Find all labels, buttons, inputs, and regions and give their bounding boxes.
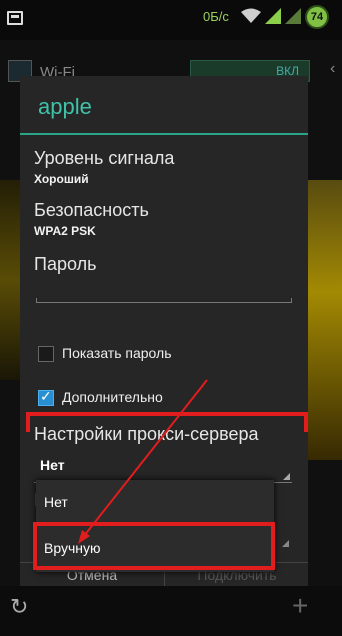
plus-icon[interactable]: +: [292, 590, 308, 622]
screen: 0Б/с 74 Wi-Fi ВКЛ ‹ apple Уровень сигнал…: [0, 0, 342, 636]
refresh-icon[interactable]: ↻: [10, 594, 28, 620]
bottom-bar: ↻ +: [0, 586, 342, 636]
pointer-arrow-icon: [78, 379, 208, 544]
